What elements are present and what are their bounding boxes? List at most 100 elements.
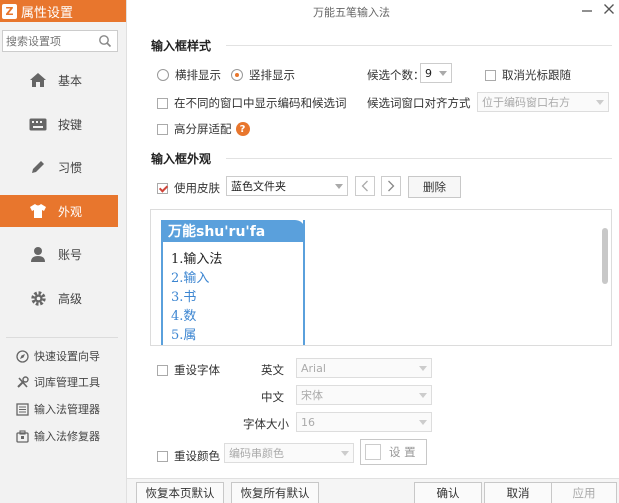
color-setting-button[interactable]: 设 置 <box>360 439 427 465</box>
list-icon <box>16 402 29 416</box>
select-value: 宋体 <box>301 389 323 402</box>
sidebar-item-habits[interactable]: 习惯 <box>0 151 118 183</box>
chevron-left-icon <box>361 180 368 192</box>
candidate-list: 1.输入法 2.输入 3.书 4.数 5.属 <box>171 250 222 345</box>
chinese-font-select[interactable]: 宋体 <box>296 385 432 405</box>
sidebar-item-basic[interactable]: 基本 <box>0 64 118 96</box>
candidate-count-select[interactable]: 9 <box>420 63 452 83</box>
select-value: 蓝色文件夹 <box>231 180 286 193</box>
sidebar-item-label: 按键 <box>58 117 83 132</box>
show-in-different-window-checkbox[interactable]: 在不同的窗口中显示编码和候选词 <box>157 95 347 111</box>
checkbox[interactable] <box>157 450 168 462</box>
skin-select[interactable]: 蓝色文件夹 <box>226 176 348 196</box>
checkbox[interactable] <box>157 364 168 376</box>
user-icon <box>28 244 48 264</box>
sidebar-item-label: 外观 <box>58 204 83 219</box>
sidebar-item-label: 账号 <box>58 247 83 262</box>
select-value: Arial <box>301 361 326 375</box>
checkbox[interactable] <box>157 123 168 135</box>
sidebar-item-label: 基本 <box>58 73 83 88</box>
sidebar-item-advanced[interactable]: 高级 <box>0 282 118 314</box>
tools-icon <box>16 375 29 389</box>
checkbox[interactable] <box>157 182 168 194</box>
candidate-window: 万能shu'ru'fa 1.输入法 2.输入 3.书 4.数 5.属 <box>161 220 305 345</box>
sidebar-divider <box>6 337 118 338</box>
color-target-select[interactable]: 编码串颜色 <box>224 443 354 463</box>
preview-scrollbar[interactable] <box>602 228 608 284</box>
restore-page-default-button[interactable]: 恢复本页默认 <box>136 482 224 503</box>
use-skin-checkbox[interactable]: 使用皮肤 <box>157 180 220 196</box>
tool-ime-manager[interactable]: 输入法管理器 <box>16 400 100 418</box>
repair-icon <box>16 429 29 443</box>
home-icon <box>28 70 48 90</box>
section-title-appearance: 输入框外观 <box>151 152 212 166</box>
checkbox[interactable] <box>157 97 168 109</box>
tshirt-icon <box>28 201 48 221</box>
tool-dictionary-manager[interactable]: 词库管理工具 <box>16 373 100 391</box>
chevron-down-icon <box>439 71 447 76</box>
restore-all-default-button[interactable]: 恢复所有默认 <box>231 482 319 503</box>
tool-label: 词库管理工具 <box>34 376 100 389</box>
prev-skin-button[interactable] <box>355 176 375 196</box>
hidpi-checkbox[interactable]: 高分屏适配 ? <box>157 121 250 137</box>
apply-button[interactable]: 应用 <box>551 482 617 503</box>
layout-horizontal-radio[interactable]: 横排显示 <box>157 67 221 83</box>
delete-skin-button[interactable]: 删除 <box>408 176 461 198</box>
candidate-item: 3.书 <box>171 290 197 305</box>
close-icon[interactable] <box>601 1 617 17</box>
sidebar-item-appearance[interactable]: 外观 <box>0 195 118 227</box>
alignment-label: 候选词窗口对齐方式 <box>367 96 471 110</box>
radio-button[interactable] <box>231 69 243 81</box>
chevron-right-icon <box>388 180 395 192</box>
font-size-select[interactable]: 16 <box>296 412 432 432</box>
search-icon[interactable] <box>98 34 112 48</box>
chevron-down-icon <box>596 100 604 105</box>
sidebar: Z 属性设置 基本 按键 习惯 外观 账号 高级 快速设置向导 词库管理工具 <box>0 0 127 503</box>
sidebar-item-account[interactable]: 账号 <box>0 238 118 270</box>
select-value: 16 <box>301 415 315 429</box>
cancel-cursor-follow-checkbox[interactable]: 取消光标跟随 <box>485 67 571 83</box>
english-font-select[interactable]: Arial <box>296 358 432 378</box>
sidebar-item-label: 高级 <box>58 291 83 306</box>
sidebar-title: 属性设置 <box>21 5 74 21</box>
candidate-item: 2.输入 <box>171 271 210 286</box>
layout-vertical-radio[interactable]: 竖排显示 <box>231 67 295 83</box>
reset-color-checkbox[interactable]: 重设颜色 <box>157 448 220 464</box>
search-input[interactable] <box>3 32 93 50</box>
select-value: 位于编码窗口右方 <box>482 96 570 109</box>
next-skin-button[interactable] <box>381 176 401 196</box>
title-bar: 万能五笔输入法 <box>127 0 619 22</box>
section-divider <box>226 45 612 46</box>
minimize-icon[interactable] <box>579 2 595 18</box>
help-icon[interactable]: ? <box>235 122 250 136</box>
footer-bar: 恢复本页默认 恢复所有默认 确认 取消 应用 <box>127 478 619 503</box>
checkbox-label: 重设字体 <box>174 363 220 377</box>
ok-button[interactable]: 确认 <box>414 482 482 503</box>
chinese-font-label: 中文 <box>261 390 284 404</box>
checkbox-label: 在不同的窗口中显示编码和候选词 <box>174 96 347 110</box>
tool-quick-setup[interactable]: 快速设置向导 <box>16 347 100 365</box>
select-value: 9 <box>425 66 432 80</box>
checkbox-label: 取消光标跟随 <box>502 68 571 82</box>
cancel-button[interactable]: 取消 <box>484 482 552 503</box>
reset-font-checkbox[interactable]: 重设字体 <box>157 362 220 378</box>
checkbox[interactable] <box>485 69 496 81</box>
button-label: 设 置 <box>389 445 416 459</box>
sidebar-item-keys[interactable]: 按键 <box>0 108 118 140</box>
candidate-header: 万能shu'ru'fa <box>161 220 305 242</box>
candidate-item: 1.输入法 <box>171 252 223 267</box>
tool-ime-repair[interactable]: 输入法修复器 <box>16 427 100 445</box>
chevron-down-icon <box>341 451 349 456</box>
chevron-down-icon <box>335 184 343 189</box>
english-font-label: 英文 <box>261 363 284 377</box>
skin-preview: 万能shu'ru'fa 1.输入法 2.输入 3.书 4.数 5.属 <box>150 209 612 346</box>
alignment-select[interactable]: 位于编码窗口右方 <box>477 92 609 112</box>
sidebar-item-label: 习惯 <box>58 160 83 175</box>
section-title-style: 输入框样式 <box>151 39 212 53</box>
chevron-down-icon <box>419 393 427 398</box>
radio-button[interactable] <box>157 69 169 81</box>
font-size-label: 字体大小 <box>243 417 289 431</box>
search-box <box>2 30 118 52</box>
radio-label: 竖排显示 <box>249 68 295 82</box>
checkbox-label: 使用皮肤 <box>174 181 220 195</box>
